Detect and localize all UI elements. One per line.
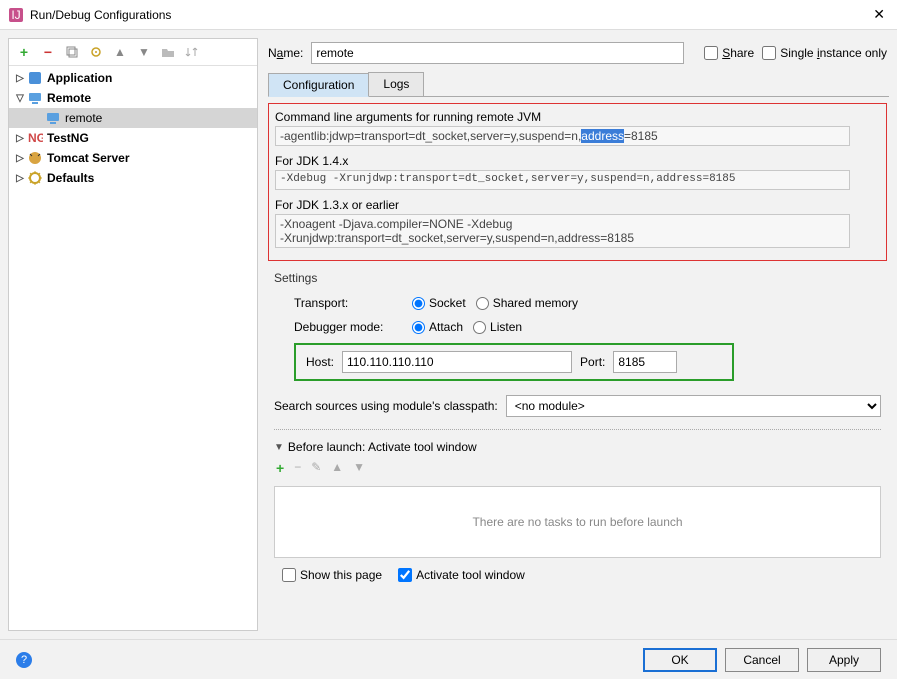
chevron-right-icon[interactable]: ▷	[13, 73, 27, 84]
tab-configuration[interactable]: Configuration	[268, 73, 369, 97]
add-config-button[interactable]: +	[15, 43, 33, 61]
remote-icon	[27, 90, 43, 106]
module-classpath-select[interactable]: <no module>	[506, 395, 881, 417]
settings-button[interactable]	[87, 43, 105, 61]
tree-item-remote[interactable]: ▽ Remote	[9, 88, 257, 108]
move-task-down-button: ▼	[353, 460, 365, 476]
right-panel: Name: SSharehare Single instance only Co…	[266, 38, 889, 631]
left-panel: + − ▲ ▼ ▷ Application ▽ Remote remote	[8, 38, 258, 631]
show-this-page-checkbox[interactable]: Show this page	[282, 568, 382, 582]
remove-task-button: −	[294, 460, 301, 476]
settings-title: Settings	[266, 267, 889, 289]
svg-text:IJ: IJ	[11, 8, 20, 22]
move-up-button: ▲	[111, 43, 129, 61]
port-label: Port:	[580, 355, 605, 369]
cancel-button[interactable]: Cancel	[725, 648, 799, 672]
copy-icon[interactable]	[888, 126, 889, 142]
copy-config-button[interactable]	[63, 43, 81, 61]
svg-text:NG: NG	[28, 131, 43, 145]
tomcat-icon	[27, 150, 43, 166]
folder-button[interactable]	[159, 43, 177, 61]
close-icon[interactable]: ✕	[869, 6, 889, 23]
command-line-args-box: Command line arguments for running remot…	[268, 103, 887, 261]
name-label: Name:	[268, 46, 303, 60]
chevron-right-icon[interactable]: ▷	[13, 173, 27, 184]
title-bar: IJ Run/Debug Configurations ✕	[0, 0, 897, 30]
config-tree[interactable]: ▷ Application ▽ Remote remote ▷ NG TestN…	[9, 66, 257, 630]
tab-logs[interactable]: Logs	[368, 72, 424, 96]
tree-label: Tomcat Server	[47, 151, 129, 165]
chevron-down-icon[interactable]: ▽	[13, 93, 27, 104]
jdk13-field[interactable]: -Xnoagent -Djava.compiler=NONE -Xdebug-X…	[275, 214, 850, 248]
transport-socket-radio[interactable]: Socket	[412, 296, 466, 310]
tree-item-remote-child[interactable]: remote	[9, 108, 257, 128]
before-launch-heading[interactable]: ▼ Before launch: Activate tool window	[274, 440, 881, 454]
edit-task-button: ✎	[311, 460, 321, 476]
add-task-button[interactable]: +	[276, 460, 284, 476]
help-icon[interactable]: ?	[16, 652, 32, 668]
activate-tool-window-checkbox[interactable]: Activate tool window	[398, 568, 525, 582]
sort-button[interactable]	[183, 43, 201, 61]
jdk14-field[interactable]: -Xdebug -Xrunjdwp:transport=dt_socket,se…	[275, 170, 850, 190]
divider	[274, 429, 881, 430]
triangle-down-icon: ▼	[274, 442, 284, 453]
debugger-attach-radio[interactable]: Attach	[412, 320, 463, 334]
before-launch-toolbar: + − ✎ ▲ ▼	[274, 454, 881, 482]
jdk13-label: For JDK 1.3.x or earlier	[275, 198, 880, 212]
debugger-mode-label: Debugger mode:	[294, 320, 402, 334]
host-label: Host:	[306, 355, 334, 369]
cmd-title: Command line arguments for running remot…	[275, 110, 880, 124]
debugger-listen-radio[interactable]: Listen	[473, 320, 522, 334]
move-down-button: ▼	[135, 43, 153, 61]
tree-item-application[interactable]: ▷ Application	[9, 68, 257, 88]
defaults-icon	[27, 170, 43, 186]
tree-label: TestNG	[47, 131, 89, 145]
tree-item-testng[interactable]: ▷ NG TestNG	[9, 128, 257, 148]
tree-label: Defaults	[47, 171, 94, 185]
host-input[interactable]	[342, 351, 572, 373]
window-title: Run/Debug Configurations	[30, 8, 869, 22]
search-sources-label: Search sources using module's classpath:	[274, 399, 498, 413]
tree-item-defaults[interactable]: ▷ Defaults	[9, 168, 257, 188]
tree-label: Application	[47, 71, 112, 85]
remove-config-button[interactable]: −	[39, 43, 57, 61]
share-checkbox[interactable]: SSharehare	[704, 46, 754, 60]
jdk14-label: For JDK 1.4.x	[275, 154, 880, 168]
apply-button[interactable]: Apply	[807, 648, 881, 672]
move-task-up-button: ▲	[331, 460, 343, 476]
remote-leaf-icon	[45, 110, 61, 126]
before-launch-tasks-area[interactable]: There are no tasks to run before launch	[274, 486, 881, 558]
cmd-args-field[interactable]: -agentlib:jdwp=transport=dt_socket,serve…	[275, 126, 850, 146]
tab-bar: Configuration Logs	[268, 72, 889, 97]
chevron-right-icon[interactable]: ▷	[13, 153, 27, 164]
transport-label: Transport:	[294, 296, 402, 310]
port-input[interactable]	[613, 351, 677, 373]
config-toolbar: + − ▲ ▼	[9, 39, 257, 66]
tree-item-tomcat[interactable]: ▷ Tomcat Server	[9, 148, 257, 168]
host-port-box: Host: Port:	[294, 343, 734, 381]
name-input[interactable]	[311, 42, 684, 64]
application-icon	[27, 70, 43, 86]
copy-icon[interactable]	[888, 170, 889, 186]
tree-label: Remote	[47, 91, 91, 105]
transport-shared-radio[interactable]: Shared memory	[476, 296, 578, 310]
ok-button[interactable]: OK	[643, 648, 717, 672]
app-icon: IJ	[8, 7, 24, 23]
single-instance-checkbox[interactable]: Single instance only	[762, 46, 887, 60]
dialog-footer: ? OK Cancel Apply	[0, 639, 897, 679]
chevron-right-icon[interactable]: ▷	[13, 133, 27, 144]
tree-label: remote	[65, 111, 102, 125]
testng-icon: NG	[27, 130, 43, 146]
